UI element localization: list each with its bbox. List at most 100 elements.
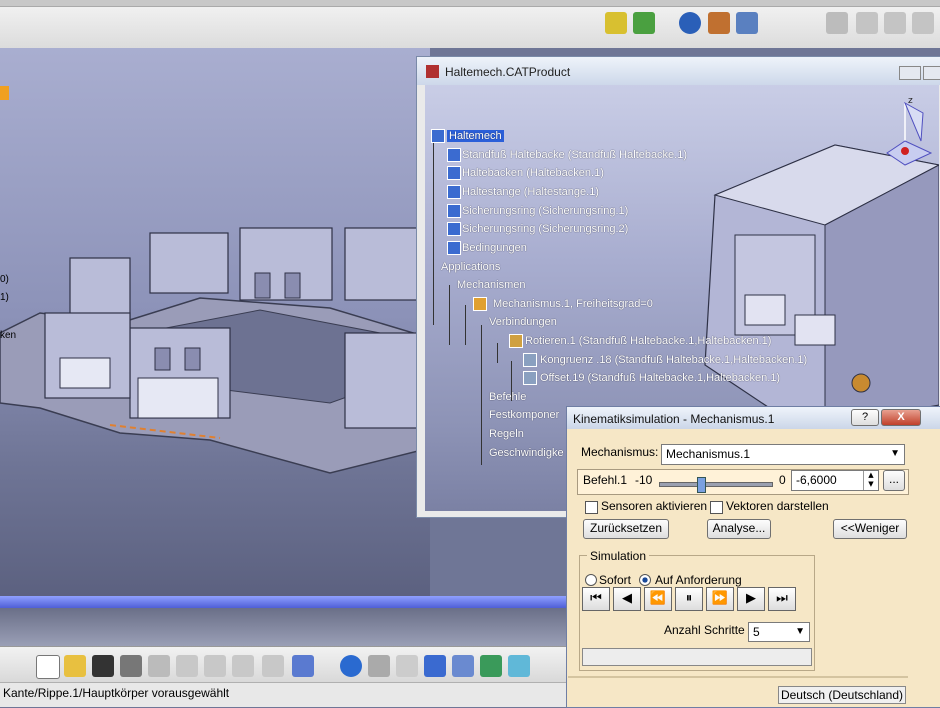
part-icon (447, 204, 461, 218)
tree-item[interactable]: Applications (441, 261, 500, 273)
tree-item[interactable]: Verbindungen (489, 316, 557, 328)
left-edge-label: 0) (0, 274, 9, 285)
maximize-button[interactable] (923, 66, 940, 80)
simulation-progress-bar (582, 648, 812, 666)
radio-immediate[interactable] (585, 574, 597, 586)
print-icon[interactable] (120, 655, 142, 677)
undo-icon[interactable] (232, 655, 254, 677)
tree-connector (497, 343, 498, 363)
tree-item[interactable]: Geschwindigke (489, 447, 564, 459)
product-window-titlebar[interactable]: Haltemech.CATProduct (417, 57, 940, 85)
tree-item[interactable]: Haltestange (Haltestange.1) (462, 186, 599, 198)
tree-item[interactable]: Sicherungsring (Sicherungsring.1) (462, 205, 628, 217)
cut-icon[interactable] (148, 655, 170, 677)
open-folder-icon[interactable] (64, 655, 86, 677)
zoom-icon[interactable] (424, 655, 446, 677)
sensors-checkbox[interactable] (585, 501, 598, 514)
settings-icon[interactable] (736, 12, 758, 34)
help-button[interactable]: ? (851, 409, 879, 426)
tree-item[interactable]: Regeln (489, 428, 524, 440)
jump-end-icon[interactable]: ⏭ (768, 587, 796, 611)
new-file-icon[interactable] (36, 655, 60, 679)
tree-item[interactable]: Mechanismen (457, 279, 525, 291)
tree-connector (465, 305, 466, 345)
steps-value: 5 (753, 625, 760, 639)
tree-item[interactable]: Sicherungsring (Sicherungsring.2) (462, 223, 628, 235)
mechanism-select[interactable]: Mechanismus.1 ▼ (661, 444, 905, 465)
sensors-label: Sensoren aktivieren (601, 499, 708, 513)
slider-max: 0 (779, 473, 786, 487)
dialog-titlebar[interactable]: Kinematiksimulation - Mechanismus.1 ? X (567, 407, 940, 429)
play-back-icon[interactable]: ⏪ (644, 587, 672, 611)
status-message: Kante/Rippe.1/Hauptkörper vorausgewählt (3, 686, 230, 700)
constraints-icon (447, 241, 461, 255)
compass-z-label: z (908, 96, 913, 106)
tree-item[interactable]: Offset.19 (Standfuß Haltebacke.1,Halteba… (540, 372, 780, 384)
jump-start-icon[interactable]: ⏮ (582, 587, 610, 611)
slider-thumb[interactable] (696, 477, 706, 493)
vectors-checkbox[interactable] (710, 501, 723, 514)
tree-connector (481, 325, 482, 465)
assembly-icon (431, 129, 445, 143)
tree-item[interactable]: Kongruenz .18 (Standfuß Haltebacke.1,Hal… (540, 354, 807, 366)
knowledge-icon[interactable] (826, 12, 848, 34)
command-label: Befehl.1 (583, 473, 628, 487)
radio-on-demand[interactable] (639, 574, 651, 586)
pause-icon[interactable]: ⏸ (675, 587, 703, 611)
step-back-icon[interactable]: ◀ (613, 587, 641, 611)
formula-icon[interactable] (912, 12, 934, 34)
simulation-group-label: Simulation (587, 549, 650, 563)
tree-item[interactable]: Standfuß Haltebacke (Standfuß Haltebacke… (462, 149, 687, 161)
left-edge-label: 1) (0, 292, 9, 303)
viewport-divider (0, 596, 570, 608)
tree-item[interactable]: Mechanismus.1, Freiheitsgrad=0 (493, 298, 653, 310)
tree-item[interactable]: Rotieren.1 (Standfuß Haltebacke.1,Halteb… (525, 335, 771, 347)
rotate-icon[interactable] (679, 12, 701, 34)
less-button[interactable]: <<Weniger (833, 519, 907, 539)
fly-mode-icon[interactable] (605, 12, 627, 34)
copy-icon[interactable] (176, 655, 198, 677)
spin-buttons[interactable]: ▲ ▼ (863, 471, 878, 490)
close-button[interactable]: X (881, 409, 921, 426)
forward-skip-icon[interactable] (396, 655, 418, 677)
tree-item[interactable]: Festkomponer (489, 409, 559, 421)
product-window-title: Haltemech.CATProduct (445, 65, 571, 79)
main-3d-viewport[interactable] (0, 48, 430, 642)
paste-icon[interactable] (204, 655, 226, 677)
radio-on-demand-label: Auf Anforderung (655, 573, 742, 587)
redo-icon[interactable] (262, 655, 284, 677)
analysis-button[interactable]: Analyse... (707, 519, 771, 539)
part-icon (447, 166, 461, 180)
rewind-icon[interactable] (368, 655, 390, 677)
constraint-icon (523, 353, 537, 367)
render-style-icon[interactable] (633, 12, 655, 34)
param-icon[interactable] (884, 12, 906, 34)
play-forward-icon[interactable]: ⏩ (706, 587, 734, 611)
step-forward-icon[interactable]: ▶ (737, 587, 765, 611)
shading-icon[interactable] (508, 655, 530, 677)
mechanism-icon (473, 297, 487, 311)
tree-item[interactable]: Haltemech (447, 130, 504, 142)
catalog-icon[interactable] (708, 12, 730, 34)
whats-this-icon[interactable] (292, 655, 314, 677)
compass-icon[interactable]: z (883, 93, 939, 173)
save-icon[interactable] (92, 655, 114, 677)
forward-icon[interactable] (856, 12, 878, 34)
more-button[interactable]: ... (883, 470, 905, 491)
reset-button[interactable]: Zurücksetzen (583, 519, 669, 539)
viewport-floor (0, 608, 570, 646)
top-toolbar (0, 0, 940, 48)
view-icon[interactable] (480, 655, 502, 677)
ring-assembly-drawing (0, 227, 430, 474)
part-icon (447, 148, 461, 162)
tree-item[interactable]: Bedingungen (462, 242, 527, 254)
fit-all-icon[interactable] (340, 655, 362, 677)
minimize-button[interactable] (899, 66, 921, 80)
steps-select[interactable]: 5 ▼ (748, 622, 810, 642)
mechanism-label: Mechanismus: (581, 445, 659, 459)
tree-item[interactable]: Befehle (489, 391, 526, 403)
language-indicator[interactable]: Deutsch (Deutschland) (778, 686, 906, 704)
command-slider[interactable] (659, 477, 773, 493)
pan-icon[interactable] (452, 655, 474, 677)
tree-item[interactable]: Haltebacken (Haltebacken.1) (462, 167, 604, 179)
